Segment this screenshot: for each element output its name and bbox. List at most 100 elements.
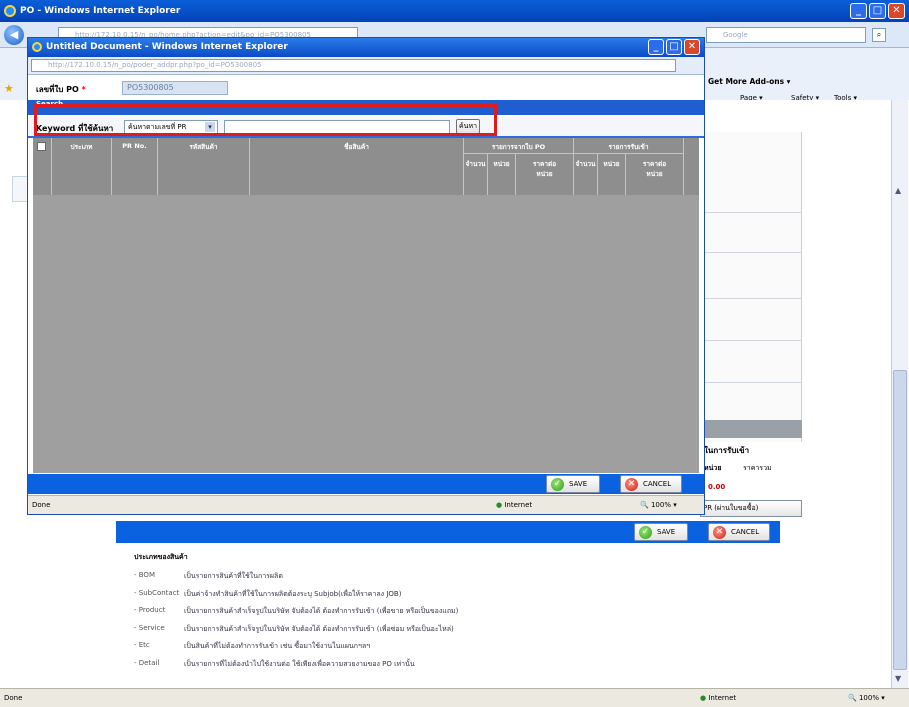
bg-row-line <box>702 252 802 253</box>
legend-desc: เป็นรายการสินค้าสำเร็จรูปในบริษัท จับต้อ… <box>184 607 459 615</box>
popup-minimize-button[interactable]: _ <box>648 39 664 55</box>
legend-desc: เป็นรายการสินค้าที่ใช้ในการผลิต <box>184 572 283 580</box>
outer-window-title: PO - Windows Internet Explorer <box>20 6 181 16</box>
outer-zone: ● Internet <box>700 689 736 707</box>
outer-title-bar: PO - Windows Internet Explorer _ □ ✕ <box>0 0 909 22</box>
popup-close-button[interactable]: ✕ <box>684 39 700 55</box>
scroll-up-icon[interactable]: ▲ <box>895 186 901 195</box>
popup-zoom-label: 100% <box>650 501 671 509</box>
cancel-icon: ✕ <box>713 526 726 539</box>
popup-zone: ● Internet <box>496 496 532 514</box>
legend-desc: เป็นรายการสินค้าสำเร็จรูปในบริษัท จับต้อ… <box>184 624 454 633</box>
cancel-label: CANCEL <box>643 480 672 488</box>
col-po-unit: หน่วย <box>488 154 516 195</box>
bg-cancel-label: CANCEL <box>731 528 760 536</box>
outer-zone-label: Internet <box>708 694 737 702</box>
col-po-price: ราคาต่อหน่วย <box>516 154 574 195</box>
legend-desc: เป็นรายการที่ไม่ต้องนำไปใช้งานต่อ ใช้เพี… <box>184 659 415 668</box>
bg-row-line <box>702 298 802 299</box>
results-grid-header: ประเภท PR No. รหัสสินค้า ชื่อสินค้า รายก… <box>33 138 699 195</box>
outer-scrollbar[interactable]: ▲ ▼ <box>891 100 908 688</box>
po-number-field[interactable]: PO5300805 <box>122 81 228 95</box>
globe-icon: ● <box>496 501 503 509</box>
bg-cancel-button[interactable]: ✕ CANCEL <box>708 523 770 541</box>
legend-item: - SubContact เป็นค่าจ้างทำสินค้าที่ใช้ในก… <box>134 589 458 607</box>
popup-title: Untitled Document - Windows Internet Exp… <box>46 42 288 52</box>
scroll-thumb[interactable] <box>893 370 907 670</box>
cancel-button[interactable]: ✕ CANCEL <box>620 475 682 493</box>
legend-item: - BOM เป็นรายการสินค้าที่ใช้ในการผลิต <box>134 571 458 589</box>
popup-title-bar: Untitled Document - Windows Internet Exp… <box>28 38 704 57</box>
cancel-icon: ✕ <box>625 478 638 491</box>
bg-action-bar: ✓ SAVE ✕ CANCEL <box>116 521 780 543</box>
col-pr-no: PR No. <box>112 138 158 195</box>
popup-window: Untitled Document - Windows Internet Exp… <box>27 37 705 515</box>
legend-key: - BOM <box>134 571 155 579</box>
check-icon: ✓ <box>551 478 564 491</box>
popup-status-text: Done <box>32 501 51 509</box>
check-icon: ✓ <box>639 526 652 539</box>
save-button[interactable]: ✓ SAVE <box>546 475 600 493</box>
bg-row-line <box>702 340 802 341</box>
popup-url-field[interactable]: http://172.10.0.15/n_po/poder_addpr.php?… <box>31 59 676 72</box>
legend-title: ประเภทของสินค้า <box>134 553 188 561</box>
bg-price-value: 0.00 <box>708 483 726 491</box>
col-group-po: รายการจากใบ PO <box>464 138 574 154</box>
required-mark: * <box>81 85 86 94</box>
bg-col-unit: หน่วย <box>704 464 722 472</box>
maximize-button[interactable]: □ <box>869 3 886 19</box>
favorites-star-icon[interactable]: ★ <box>4 82 14 95</box>
save-label: SAVE <box>569 480 588 488</box>
legend-item: - Product เป็นรายการสินค้าสำเร็จรูปในบริษ… <box>134 606 458 624</box>
bg-table-column <box>702 132 802 442</box>
col-recv-unit: หน่วย <box>598 154 626 195</box>
legend-desc: เป็นสินค้าที่ไม่ต้องทำการรับเข้า เช่น ซื… <box>184 642 371 650</box>
back-icon[interactable]: ◀ <box>4 25 24 45</box>
col-product-name: ชื่อสินค้า <box>250 138 464 195</box>
bg-save-button[interactable]: ✓ SAVE <box>634 523 688 541</box>
minimize-button[interactable]: _ <box>850 3 867 19</box>
legend-item: - Detail เป็นรายการที่ไม่ต้องนำไปใช้งานต่… <box>134 659 458 677</box>
popup-status-bar: Done ● Internet 🔍 100% ▾ <box>28 495 704 514</box>
add-pr-button[interactable]: PR (ผ่านใบขอซื้อ) <box>700 500 802 517</box>
po-number-row: เลขที่ใบ PO * PO5300805 <box>28 76 704 100</box>
search-icon[interactable]: ⌕ <box>872 28 886 42</box>
bg-recv-header: ในการรับเข้า <box>704 446 750 455</box>
outer-status-bar: Done ● Internet 🔍 100% ▾ <box>0 688 909 707</box>
highlight-annotation-box <box>34 104 497 136</box>
ie-logo-icon <box>32 42 42 52</box>
bg-save-label: SAVE <box>657 528 676 536</box>
popup-action-bar: ✓ SAVE ✕ CANCEL <box>28 474 704 494</box>
po-number-label: เลขที่ใบ PO * <box>36 83 86 96</box>
globe-icon: ● <box>700 694 707 702</box>
outer-status-text: Done <box>4 694 23 702</box>
legend-desc: เป็นค่าจ้างทำสินค้าที่ใช้ในการผลิตต้องระ… <box>184 589 402 598</box>
legend-item: - Etc เป็นสินค้าที่ไม่ต้องทำการรับเข้า เช… <box>134 641 458 659</box>
popup-zoom[interactable]: 🔍 100% ▾ <box>640 496 677 514</box>
col-recv-price: ราคาต่อหน่วย <box>626 154 684 195</box>
bg-table-header-bar <box>702 420 802 438</box>
legend-key: - Product <box>134 606 166 614</box>
popup-zone-label: Internet <box>504 501 533 509</box>
legend-key: - Etc <box>134 641 150 649</box>
scroll-down-icon[interactable]: ▼ <box>895 674 901 683</box>
po-label-text: เลขที่ใบ PO <box>36 85 79 94</box>
legend-key: - Detail <box>134 658 160 667</box>
col-po-qty: จำนวน <box>464 154 488 195</box>
col-group-recv: รายการรับเข้า <box>574 138 684 154</box>
outer-zoom[interactable]: 🔍 100% ▾ <box>848 689 885 707</box>
get-more-addons-link[interactable]: Get More Add-ons ▾ <box>708 77 790 86</box>
bg-row-line <box>702 212 802 213</box>
outer-search-field[interactable]: Google <box>706 27 866 43</box>
col-product-code: รหัสสินค้า <box>158 138 250 195</box>
select-all-checkbox[interactable] <box>33 138 52 195</box>
legend-key: - Service <box>134 623 165 632</box>
popup-maximize-button[interactable]: □ <box>666 39 682 55</box>
outer-zoom-label: 100% <box>858 694 879 702</box>
legend-key: - SubContact <box>134 588 180 597</box>
legend-item: - Service เป็นรายการสินค้าสำเร็จรูปในบริษ… <box>134 624 458 642</box>
bg-row-line <box>702 382 802 383</box>
product-type-legend: ประเภทของสินค้า - BOM เป็นรายการสินค้าที่… <box>134 552 458 676</box>
close-button[interactable]: ✕ <box>888 3 905 19</box>
checkbox-icon[interactable] <box>37 142 46 151</box>
